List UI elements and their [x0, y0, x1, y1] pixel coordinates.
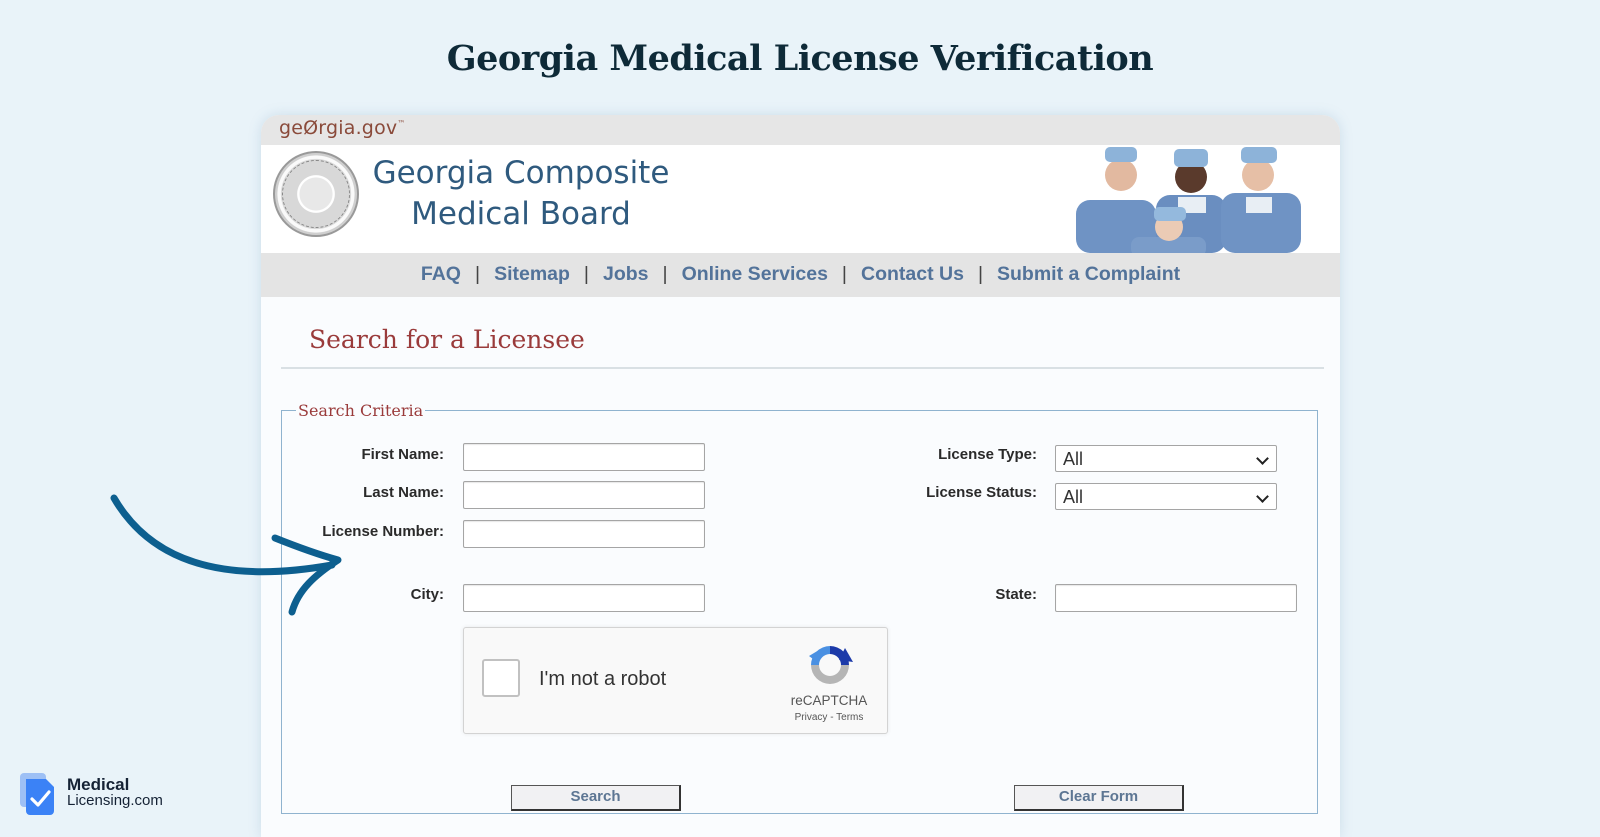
nav-faq[interactable]: FAQ	[421, 263, 461, 285]
recaptcha-checkbox[interactable]	[482, 659, 520, 697]
chevron-down-icon	[1256, 490, 1269, 503]
screenshot-card: geØrgia.gov™ Georgia Composite Medical B…	[261, 115, 1340, 837]
license-type-selected: All	[1063, 449, 1084, 469]
georgia-gov-logo[interactable]: geØrgia.gov™	[279, 117, 406, 139]
site-banner: Georgia Composite Medical Board	[261, 145, 1340, 253]
nav-jobs[interactable]: Jobs	[603, 263, 649, 285]
state-seal-icon	[273, 151, 359, 237]
last-name-input[interactable]	[463, 481, 705, 509]
doctor-mask	[1246, 197, 1272, 213]
nav-separator: |	[841, 263, 847, 285]
doctors-photo	[1076, 147, 1301, 253]
first-name-label: First Name:	[361, 446, 444, 463]
license-status-label: License Status:	[926, 484, 1037, 501]
first-name-input[interactable]	[463, 443, 705, 471]
nav-online-services[interactable]: Online Services	[682, 263, 828, 285]
doctor-cap	[1154, 207, 1186, 221]
recaptcha-label: I'm not a robot	[539, 668, 667, 690]
recaptcha-terms-link[interactable]: Terms	[836, 712, 863, 723]
city-input[interactable]	[463, 584, 705, 612]
doctor-cap	[1241, 147, 1277, 163]
nav-sitemap[interactable]: Sitemap	[494, 263, 570, 285]
recaptcha-widget: I'm not a robot reCAPTCHA Privacy - Term…	[463, 627, 888, 734]
chevron-down-icon	[1256, 452, 1269, 465]
trademark-mark: ™	[397, 119, 406, 128]
nav-submit-complaint[interactable]: Submit a Complaint	[997, 263, 1180, 285]
doctor-head	[1105, 159, 1137, 191]
board-name-line2: Medical Board	[411, 196, 631, 232]
board-name-line1: Georgia Composite	[372, 155, 670, 191]
recaptcha-link-separator: -	[827, 712, 837, 723]
search-criteria-legend: Search Criteria	[298, 401, 424, 420]
nav-contact-us[interactable]: Contact Us	[861, 263, 964, 285]
search-heading: Search for a Licensee	[309, 325, 585, 354]
license-status-selected: All	[1063, 487, 1084, 507]
recaptcha-brand: reCAPTCHA	[790, 693, 868, 708]
nav-separator: |	[662, 263, 668, 285]
heading-divider	[281, 367, 1324, 369]
medical-licensing-brand: Medical Licensing.com	[18, 773, 198, 817]
doctor-cap	[1105, 147, 1137, 162]
state-label: State:	[995, 586, 1037, 603]
license-type-select[interactable]: All	[1055, 445, 1277, 472]
search-button[interactable]: Search	[511, 785, 681, 811]
license-status-select[interactable]: All	[1055, 483, 1277, 510]
brand-name: Medical Licensing.com	[67, 775, 163, 809]
state-input[interactable]	[1055, 584, 1297, 612]
board-name[interactable]: Georgia Composite Medical Board	[361, 153, 681, 235]
brand-name-line1: Medical	[67, 775, 130, 794]
doctor-cap	[1174, 149, 1208, 167]
brand-name-line2: Licensing.com	[67, 792, 163, 809]
license-number-input[interactable]	[463, 520, 705, 548]
nav-separator: |	[474, 263, 481, 285]
checkmark-document-icon	[20, 773, 54, 815]
clear-form-button[interactable]: Clear Form	[1014, 785, 1184, 811]
nav-separator: |	[583, 263, 589, 285]
doctor-head	[1242, 159, 1274, 191]
recaptcha-links: Privacy - Terms	[774, 712, 884, 723]
page-title: Georgia Medical License Verification	[446, 38, 1154, 79]
recaptcha-privacy-link[interactable]: Privacy	[795, 712, 828, 723]
nav-separator: |	[977, 263, 984, 285]
recaptcha-logo-icon	[809, 646, 853, 684]
georgia-gov-bar: geØrgia.gov™	[261, 115, 1340, 145]
main-nav: FAQ | Sitemap | Jobs | Online Services | Contact…	[261, 253, 1340, 297]
georgia-gov-logo-text: geØrgia.gov	[279, 117, 398, 139]
pointer-arrow-icon	[110, 494, 342, 616]
license-type-label: License Type:	[938, 446, 1037, 463]
